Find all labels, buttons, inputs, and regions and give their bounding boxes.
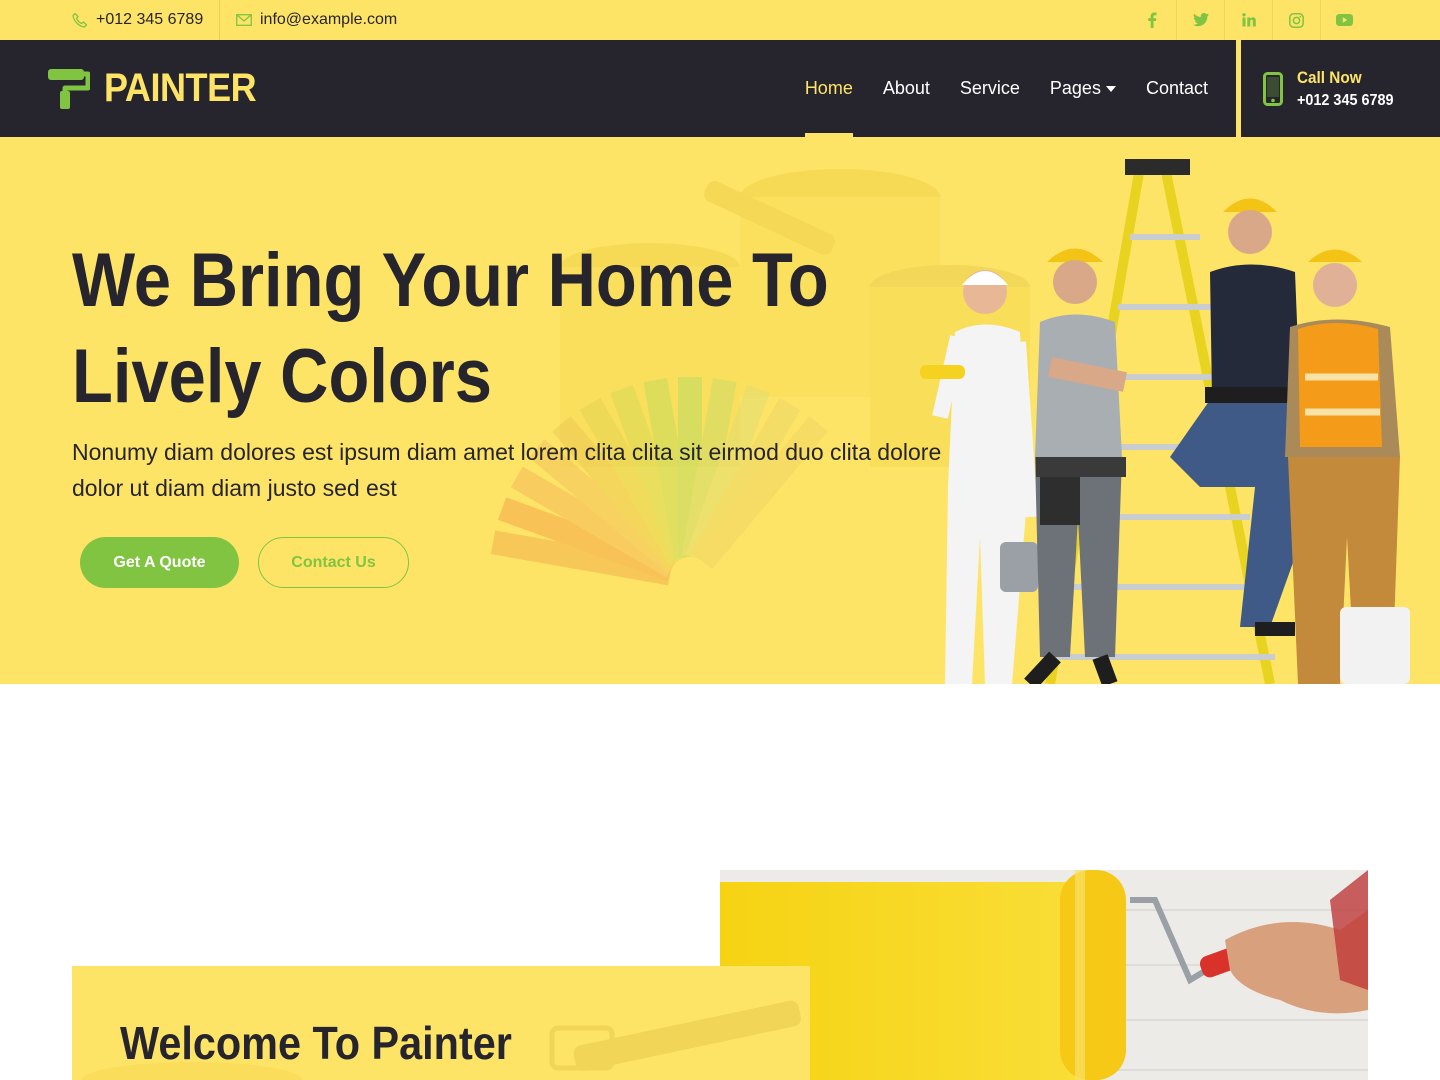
- youtube-icon[interactable]: [1320, 0, 1368, 40]
- brand-name: PAINTER: [104, 66, 257, 110]
- topbar-email-text: info@example.com: [260, 11, 398, 28]
- main-navbar: PAINTER Home About Service Pages Contact…: [0, 40, 1440, 137]
- brand-logo[interactable]: PAINTER: [48, 40, 273, 137]
- nav-item-about[interactable]: About: [883, 40, 930, 137]
- call-now-number: +012 345 6789: [1297, 91, 1394, 109]
- topbar-email[interactable]: info@example.com: [236, 0, 397, 40]
- get-a-quote-button[interactable]: Get A Quote: [80, 537, 239, 588]
- nav-item-label: About: [882, 78, 930, 98]
- about-roller-image: [720, 870, 1368, 1080]
- caret-down-icon: [1105, 85, 1116, 92]
- linkedin-icon[interactable]: [1224, 0, 1272, 40]
- nav-item-home[interactable]: Home: [804, 40, 853, 137]
- call-now-block[interactable]: Call Now +012 345 6789: [1236, 40, 1440, 137]
- mobile-phone-icon: [1263, 71, 1283, 106]
- instagram-icon[interactable]: [1272, 0, 1320, 40]
- nav-item-contact[interactable]: Contact: [1146, 40, 1208, 137]
- topbar-phone[interactable]: +012 345 6789: [72, 0, 221, 40]
- twitter-icon[interactable]: [1176, 0, 1224, 40]
- nav-item-pages[interactable]: Pages: [1050, 40, 1116, 137]
- nav-item-label: Pages: [1049, 78, 1101, 98]
- contact-us-button[interactable]: Contact Us: [258, 537, 409, 588]
- hero-title-line1: We Bring Your Home To: [72, 238, 829, 323]
- hero-section: We Bring Your Home To Lively Colors Nonu…: [0, 137, 1440, 684]
- nav-item-label: Contact: [1145, 78, 1208, 98]
- welcome-card: Welcome To Painter: [72, 966, 810, 1080]
- facebook-icon[interactable]: [1128, 0, 1176, 40]
- painters-team-image: [920, 159, 1410, 684]
- envelope-icon: [236, 14, 252, 26]
- hero-title-line2: Lively Colors: [72, 334, 492, 419]
- welcome-title: Welcome To Painter: [120, 1017, 512, 1069]
- call-now-label: Call Now: [1297, 67, 1362, 87]
- hero-title: We Bring Your Home To Lively Colors: [72, 233, 829, 425]
- phone-icon: [72, 12, 88, 28]
- topbar-phone-text: +012 345 6789: [96, 11, 204, 28]
- nav-menu: Home About Service Pages Contact: [775, 40, 1208, 137]
- hero-description: Nonumy diam dolores est ipsum diam amet …: [72, 439, 942, 501]
- top-bar: +012 345 6789 info@example.com: [0, 0, 1440, 40]
- paint-roller-logo-icon: [48, 68, 90, 109]
- nav-item-label: Home: [804, 78, 853, 98]
- nav-item-label: Service: [959, 78, 1020, 98]
- nav-item-service[interactable]: Service: [960, 40, 1020, 137]
- social-links: [1128, 0, 1368, 40]
